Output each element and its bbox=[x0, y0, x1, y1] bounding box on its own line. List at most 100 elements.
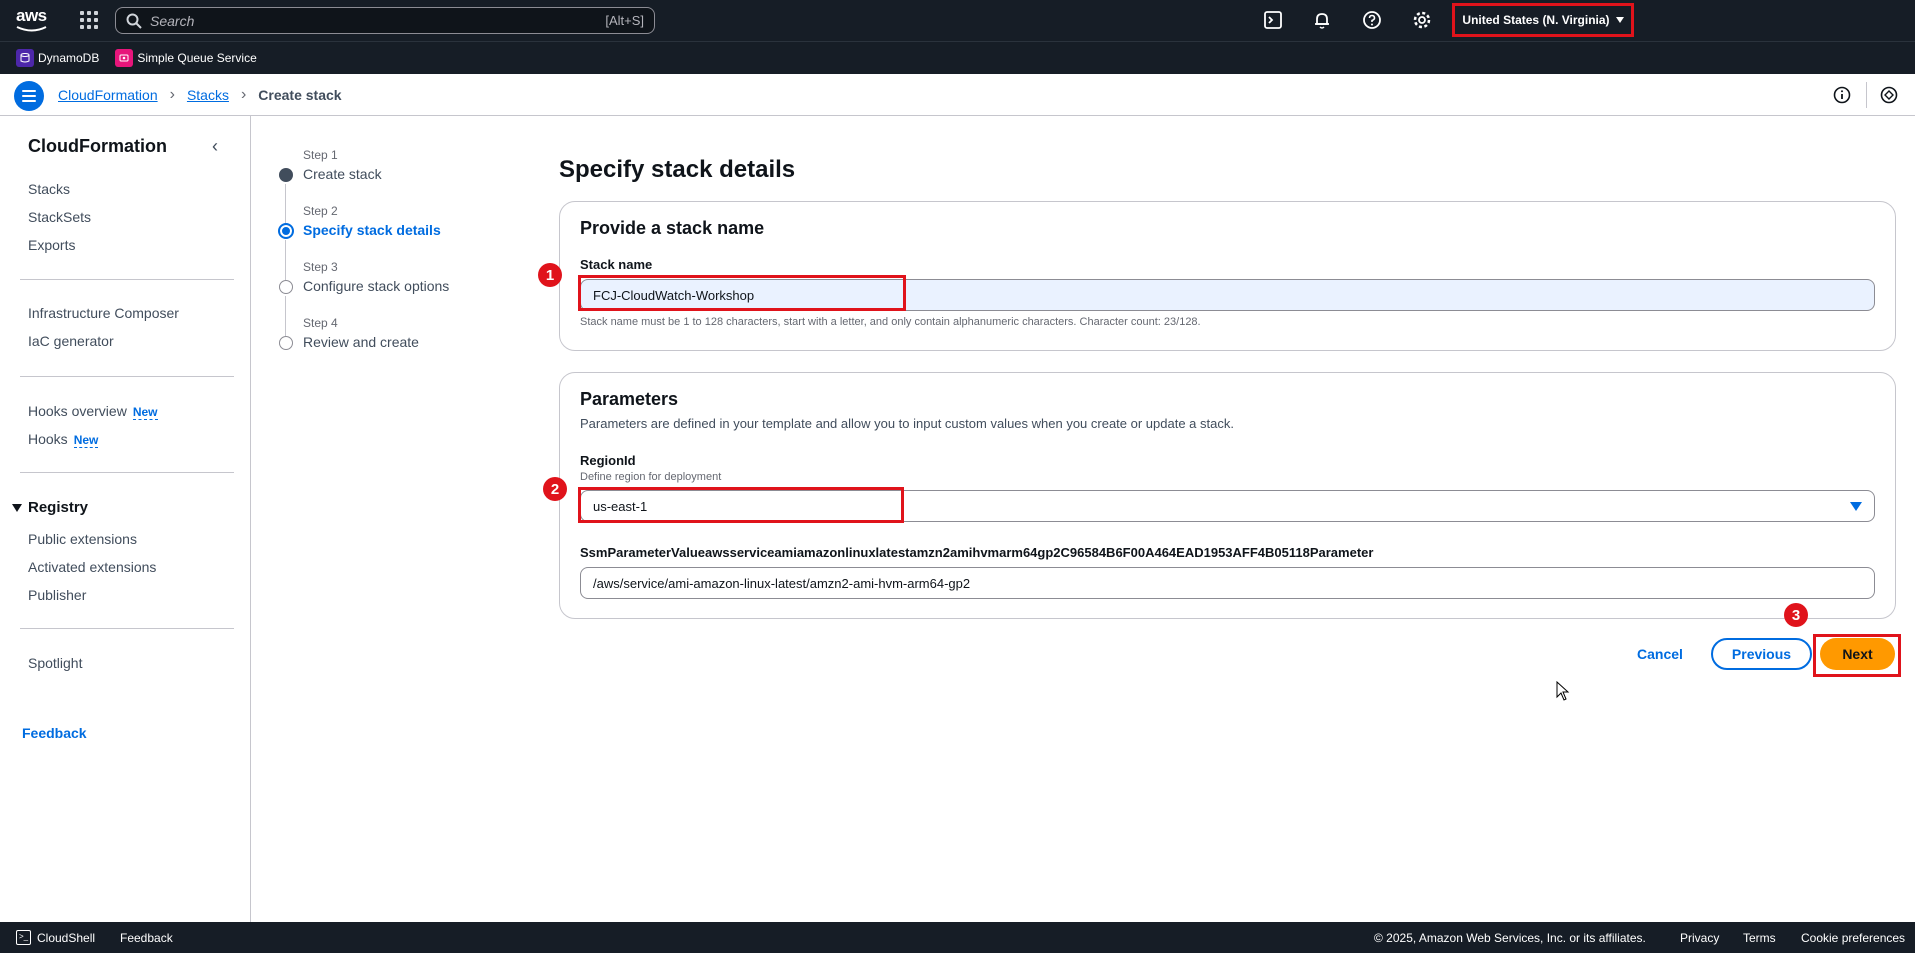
step-number: Step 4 bbox=[303, 316, 338, 330]
side-navigation: CloudFormation ‹ Stacks StackSets Export… bbox=[0, 116, 251, 922]
step-pending-icon bbox=[279, 336, 293, 350]
callout-1: 1 bbox=[538, 263, 562, 287]
step-label: Configure stack options bbox=[303, 278, 450, 294]
callout-2: 2 bbox=[543, 477, 567, 501]
collapse-nav-icon[interactable]: ‹ bbox=[212, 136, 218, 157]
footer-copyright: © 2025, Amazon Web Services, Inc. or its… bbox=[1374, 931, 1646, 945]
sidenav-item-label: Hooks bbox=[28, 431, 68, 447]
breadcrumb-cloudformation[interactable]: CloudFormation bbox=[58, 87, 158, 103]
footer-feedback-link[interactable]: Feedback bbox=[120, 931, 173, 945]
highlight-box-stack-name bbox=[578, 275, 906, 311]
top-navigation: aws Search [Alt+S] United States (N. Vir… bbox=[0, 0, 1915, 41]
breadcrumb: CloudFormation › Stacks › Create stack bbox=[58, 86, 342, 104]
search-input[interactable]: Search [Alt+S] bbox=[115, 7, 655, 34]
divider bbox=[20, 376, 234, 377]
favorites-bar: DynamoDB Simple Queue Service bbox=[0, 41, 1915, 74]
registry-section-toggle[interactable]: Registry bbox=[12, 499, 88, 516]
footer: >_ CloudShell Feedback © 2025, Amazon We… bbox=[0, 922, 1915, 953]
step-complete-icon bbox=[279, 168, 293, 182]
breadcrumb-bar: CloudFormation › Stacks › Create stack bbox=[0, 74, 1915, 116]
panel-heading: Provide a stack name bbox=[580, 218, 765, 238]
favorite-label: DynamoDB bbox=[38, 51, 100, 65]
panel-heading: Parameters bbox=[580, 389, 679, 409]
step-1[interactable]: Step 1 Create stack bbox=[270, 140, 520, 224]
favorite-label: Simple Queue Service bbox=[137, 51, 257, 65]
chevron-right-icon: › bbox=[169, 86, 175, 103]
footer-privacy-link[interactable]: Privacy bbox=[1680, 931, 1719, 945]
favorite-sqs[interactable]: Simple Queue Service bbox=[115, 49, 257, 67]
cloudshell-icon[interactable]: >_ bbox=[16, 930, 31, 945]
notifications-bell-icon[interactable] bbox=[1312, 10, 1332, 30]
services-menu-icon[interactable] bbox=[80, 11, 98, 29]
step-label: Specify stack details bbox=[303, 222, 441, 238]
step-2: Step 2 Specify stack details bbox=[270, 196, 520, 280]
ssm-parameter-label: SsmParameterValueawsserviceamiamazonlinu… bbox=[580, 545, 1374, 560]
caret-down-icon bbox=[1850, 502, 1862, 511]
info-icon[interactable] bbox=[1833, 86, 1851, 104]
previous-button[interactable]: Previous bbox=[1711, 638, 1812, 670]
dynamodb-icon bbox=[16, 49, 34, 67]
ssm-parameter-value: /aws/service/ami-amazon-linux-latest/amz… bbox=[593, 575, 971, 591]
sidenav-item-stacksets[interactable]: StackSets bbox=[28, 209, 91, 225]
mouse-cursor-icon bbox=[1556, 681, 1570, 701]
divider bbox=[20, 279, 234, 280]
settings-gear-icon[interactable] bbox=[1412, 10, 1432, 30]
chevron-down-icon bbox=[1615, 17, 1624, 23]
sidenav-feedback-link[interactable]: Feedback bbox=[22, 725, 87, 741]
sidenav-item-activated-extensions[interactable]: Activated extensions bbox=[28, 559, 156, 575]
divider bbox=[20, 628, 234, 629]
caret-down-icon bbox=[12, 503, 22, 512]
step-label: Review and create bbox=[303, 334, 419, 350]
favorite-dynamodb[interactable]: DynamoDB bbox=[16, 49, 99, 67]
step-pending-icon bbox=[279, 280, 293, 294]
step-label: Create stack bbox=[303, 166, 382, 182]
stack-name-hint: Stack name must be 1 to 128 characters, … bbox=[580, 316, 1201, 328]
step-number: Step 1 bbox=[303, 148, 338, 162]
search-placeholder: Search bbox=[150, 12, 195, 29]
security-shield-icon[interactable] bbox=[1880, 86, 1898, 104]
footer-cloudshell-link[interactable]: CloudShell bbox=[37, 931, 95, 945]
callout-3: 3 bbox=[1784, 603, 1808, 627]
sidenav-item-publisher[interactable]: Publisher bbox=[28, 587, 86, 603]
step-number: Step 2 bbox=[303, 204, 338, 218]
step-3: Step 3 Configure stack options bbox=[270, 252, 520, 336]
region-id-label: RegionId bbox=[580, 453, 636, 468]
page-title: Specify stack details bbox=[559, 156, 796, 183]
region-label: United States (N. Virginia) bbox=[1462, 13, 1610, 27]
sqs-icon bbox=[115, 49, 134, 67]
highlight-box-region-id bbox=[578, 487, 904, 523]
breadcrumb-current: Create stack bbox=[258, 87, 342, 103]
hamburger-menu-icon[interactable] bbox=[14, 81, 44, 111]
sidenav-item-iac-generator[interactable]: IaC generator bbox=[28, 333, 114, 349]
footer-terms-link[interactable]: Terms bbox=[1743, 931, 1776, 945]
divider bbox=[20, 472, 234, 473]
step-current-icon bbox=[278, 223, 294, 239]
sidenav-item-hooks-overview[interactable]: Hooks overview New bbox=[28, 403, 158, 420]
search-shortcut: [Alt+S] bbox=[605, 13, 644, 28]
sidenav-item-spotlight[interactable]: Spotlight bbox=[28, 655, 82, 671]
aws-logo[interactable]: aws bbox=[16, 6, 50, 34]
region-selector[interactable]: United States (N. Virginia) bbox=[1452, 3, 1634, 37]
new-badge: New bbox=[73, 433, 99, 448]
breadcrumb-stacks[interactable]: Stacks bbox=[187, 87, 229, 103]
ssm-parameter-input[interactable]: /aws/service/ami-amazon-linux-latest/amz… bbox=[580, 567, 1875, 599]
divider bbox=[1866, 82, 1867, 108]
sidenav-item-infrastructure-composer[interactable]: Infrastructure Composer bbox=[28, 305, 179, 321]
new-badge: New bbox=[132, 405, 158, 420]
registry-title: Registry bbox=[28, 499, 89, 516]
stack-name-label: Stack name bbox=[580, 257, 653, 272]
chevron-right-icon: › bbox=[240, 86, 247, 103]
help-icon[interactable] bbox=[1362, 10, 1382, 30]
step-number: Step 3 bbox=[303, 260, 338, 274]
cloudshell-icon[interactable] bbox=[1263, 10, 1283, 30]
highlight-box-next bbox=[1813, 634, 1901, 677]
sidenav-item-stacks[interactable]: Stacks bbox=[28, 181, 70, 197]
region-id-description: Define region for deployment bbox=[580, 471, 722, 483]
step-4: Step 4 Review and create bbox=[270, 308, 520, 364]
parameters-description: Parameters are defined in your template … bbox=[580, 416, 1234, 431]
sidenav-item-exports[interactable]: Exports bbox=[28, 237, 75, 253]
sidenav-item-public-extensions[interactable]: Public extensions bbox=[28, 531, 137, 547]
cancel-button[interactable]: Cancel bbox=[1621, 638, 1699, 670]
sidenav-item-hooks[interactable]: Hooks New bbox=[28, 431, 99, 448]
footer-cookie-preferences-link[interactable]: Cookie preferences bbox=[1801, 931, 1905, 945]
